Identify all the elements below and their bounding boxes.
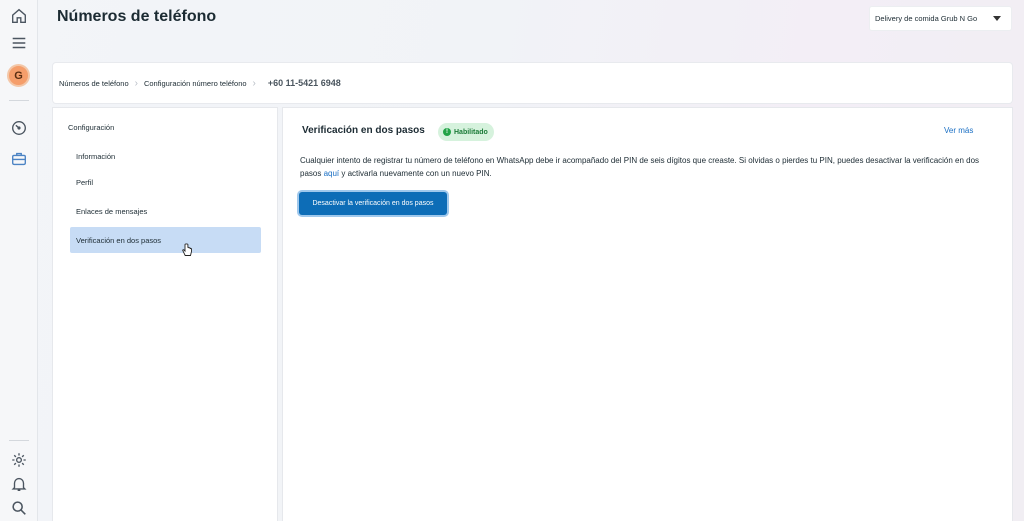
breadcrumb: Números de teléfono › Configuración núme… xyxy=(53,63,1012,103)
avatar[interactable]: G xyxy=(7,64,30,87)
breadcrumb-item-phone-numbers[interactable]: Números de teléfono xyxy=(59,79,129,88)
nav-item-enlaces[interactable]: Enlaces de mensajes xyxy=(70,198,261,224)
page-title: Números de teléfono xyxy=(57,8,217,25)
briefcase-icon[interactable] xyxy=(7,147,31,171)
check-icon: ! xyxy=(443,128,451,136)
see-more-link[interactable]: Ver más xyxy=(944,126,973,135)
left-rail: G xyxy=(0,0,38,521)
chevron-right-icon: › xyxy=(134,77,138,89)
chevron-right-icon: › xyxy=(252,77,256,89)
here-link[interactable]: aquí xyxy=(324,169,340,178)
hand-cursor-icon xyxy=(182,243,192,256)
main-panel: Verificación en dos pasos ! Habilitado V… xyxy=(283,108,1012,521)
search-icon[interactable] xyxy=(7,496,31,520)
nav-group-title: Configuración xyxy=(68,123,115,132)
disable-two-step-button[interactable]: Desactivar la verificación en dos pasos xyxy=(299,192,447,215)
account-selector[interactable]: Delivery de comida Grub N Go xyxy=(870,7,1011,30)
section-title: Verificación en dos pasos xyxy=(302,125,425,136)
rail-divider xyxy=(9,100,29,101)
settings-nav: Configuración Información Perfil Enlaces… xyxy=(53,108,277,521)
status-badge-label: Habilitado xyxy=(454,128,488,136)
gauge-icon[interactable] xyxy=(7,116,31,140)
bell-icon[interactable] xyxy=(7,472,31,496)
gear-icon[interactable] xyxy=(7,448,31,472)
nav-item-perfil[interactable]: Perfil xyxy=(70,169,261,195)
status-badge: ! Habilitado xyxy=(438,123,494,141)
rail-divider xyxy=(9,440,29,441)
description-part2: y activarla nuevamente con un nuevo PIN. xyxy=(339,169,492,178)
description-text: Cualquier intento de registrar tu número… xyxy=(300,154,1000,180)
nav-item-label: Enlaces de mensajes xyxy=(76,206,148,216)
nav-item-informacion[interactable]: Información xyxy=(70,143,261,169)
account-selector-label: Delivery de comida Grub N Go xyxy=(875,14,978,23)
caret-down-icon xyxy=(993,16,1001,21)
nav-item-label: Perfil xyxy=(76,177,94,187)
nav-item-two-step[interactable]: Verificación en dos pasos xyxy=(70,227,261,253)
nav-item-label: Verificación en dos pasos xyxy=(76,235,162,245)
breadcrumb-item-phone-config[interactable]: Configuración número teléfono xyxy=(144,79,247,88)
nav-item-label: Información xyxy=(76,151,116,161)
breadcrumb-current-phone: +60 11-5421 6948 xyxy=(267,78,341,88)
menu-icon[interactable] xyxy=(7,31,31,55)
home-icon[interactable] xyxy=(7,4,31,28)
